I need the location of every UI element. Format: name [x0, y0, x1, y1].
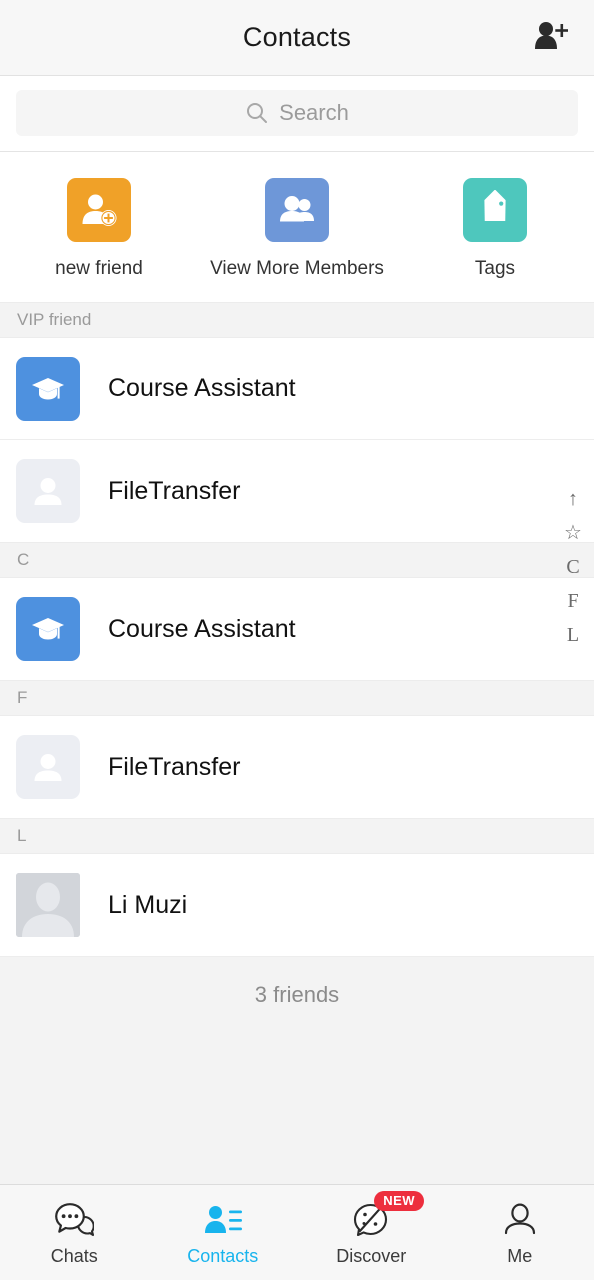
tab-label: Discover [336, 1245, 407, 1266]
contact-name: FileTransfer [108, 752, 241, 781]
file-transfer-avatar [16, 459, 80, 523]
tab-label: Me [507, 1245, 533, 1266]
friends-count: 3 friends [0, 956, 594, 1032]
person-outline-icon [502, 1199, 538, 1241]
section-header: VIP friend [0, 302, 594, 338]
index-item-star[interactable]: ☆ [556, 516, 590, 550]
contacts-screen: Contacts Search new friend View More Mem… [0, 0, 594, 1280]
index-item-c[interactable]: C [556, 550, 590, 584]
search-placeholder: Search [279, 100, 349, 125]
person-plus-icon [534, 20, 569, 55]
tab-contacts[interactable]: Contacts [149, 1185, 298, 1280]
shortcut-label: Tags [474, 258, 516, 279]
file-transfer-avatar [16, 735, 80, 799]
contact-row[interactable]: Course Assistant [0, 338, 594, 440]
shortcut-tags[interactable]: Tags [396, 178, 594, 280]
graduation-cap-avatar [16, 356, 80, 421]
tab-label: Chats [50, 1245, 98, 1266]
search-bar-container: Search [0, 76, 594, 152]
index-item-l[interactable]: L [556, 618, 590, 652]
bottom-tab-bar: Chats Contacts NEW Discover Me [0, 1184, 594, 1280]
contact-list: VIP friend Course Assistant FileTransfer [0, 302, 594, 1184]
search-icon [245, 101, 269, 125]
section-header: F [0, 680, 594, 716]
contact-name: Course Assistant [108, 614, 296, 643]
section-header: C [0, 542, 594, 578]
shortcut-label: new friend [55, 258, 143, 279]
tag-icon [463, 178, 527, 242]
page-title: Contacts [242, 22, 352, 52]
tab-me[interactable]: Me [446, 1185, 594, 1280]
contact-row[interactable]: Li Muzi [0, 854, 594, 956]
shortcut-row: new friend View More Members Tags [0, 152, 594, 302]
add-contact-button[interactable] [526, 15, 576, 61]
person-silhouette-avatar [16, 873, 80, 937]
contacts-person-icon [203, 1199, 243, 1241]
contact-name: Course Assistant [108, 374, 296, 402]
search-input[interactable]: Search [16, 90, 578, 136]
alphabet-index[interactable]: ↑ ☆ C F L [556, 482, 590, 652]
compass-icon: NEW [351, 1190, 425, 1241]
chat-bubbles-icon [54, 1199, 95, 1241]
shortcut-view-more-members[interactable]: View More Members [198, 178, 396, 280]
contact-name: FileTransfer [108, 476, 241, 505]
tab-chats[interactable]: Chats [0, 1185, 149, 1280]
index-item-f[interactable]: F [556, 584, 590, 618]
graduation-cap-avatar [16, 597, 80, 661]
group-people-icon [265, 178, 329, 242]
app-header: Contacts [0, 0, 594, 76]
contact-row[interactable]: FileTransfer [0, 716, 594, 818]
index-item-top-arrow[interactable]: ↑ [556, 482, 590, 516]
contact-row[interactable]: Course Assistant [0, 578, 594, 680]
new-badge: NEW [374, 1190, 425, 1211]
section-header: L [0, 818, 594, 854]
tab-label: Contacts [187, 1245, 259, 1266]
contact-name: Li Muzi [108, 890, 188, 919]
shortcut-label: View More Members [210, 258, 384, 279]
contact-row[interactable]: FileTransfer [0, 440, 594, 542]
shortcut-new-friend[interactable]: new friend [0, 178, 198, 280]
person-add-icon [67, 178, 131, 242]
tab-discover[interactable]: NEW Discover [297, 1185, 446, 1280]
